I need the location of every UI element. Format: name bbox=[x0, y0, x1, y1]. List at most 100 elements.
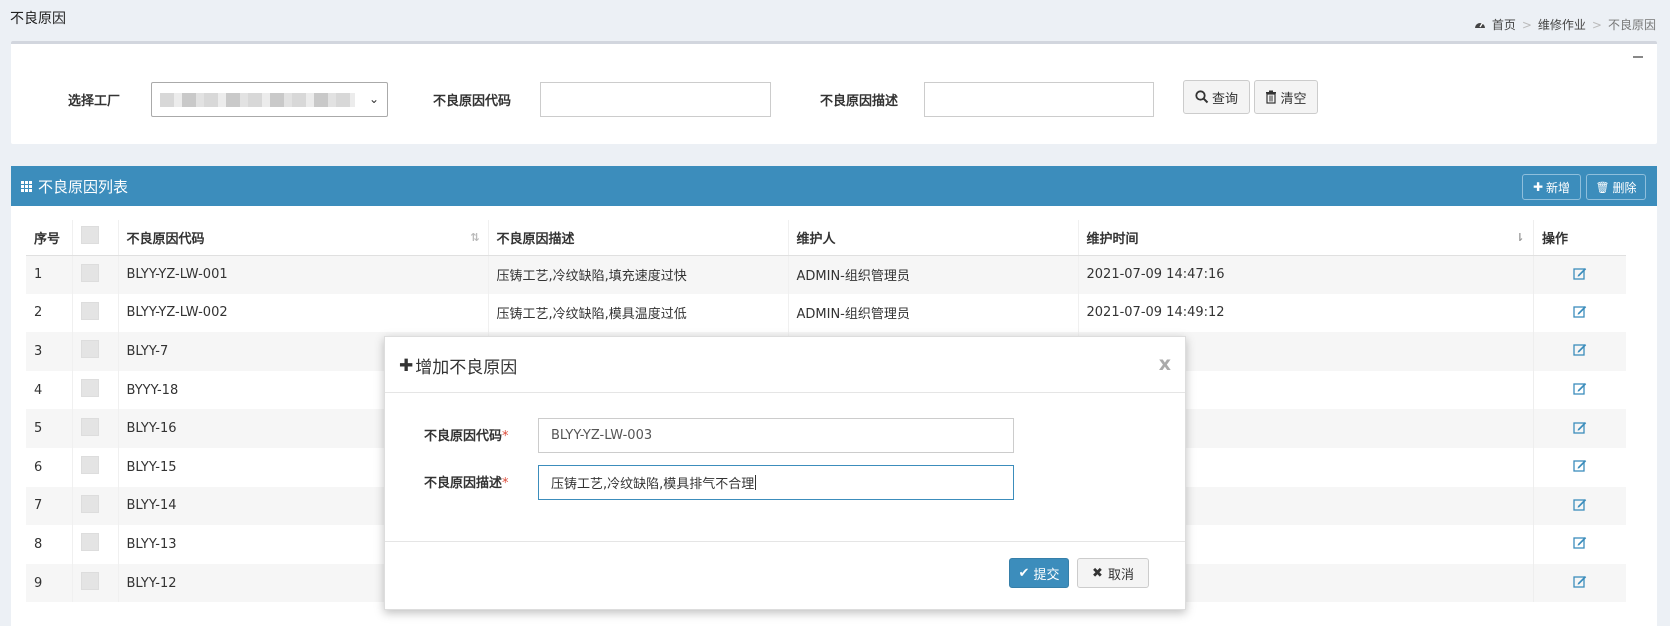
edit-icon[interactable] bbox=[1573, 574, 1587, 588]
breadcrumb-current: 不良原因 bbox=[1607, 18, 1656, 32]
cancel-button-label: 取消 bbox=[1107, 567, 1134, 583]
modal-code-label: 不良原因代码* bbox=[424, 425, 509, 444]
search-icon bbox=[1195, 90, 1209, 104]
row-no: 3 bbox=[26, 332, 73, 371]
modal-code-label-text: 不良原因代码 bbox=[424, 429, 503, 444]
delete-button[interactable]: 🗑 删除 bbox=[1586, 174, 1646, 200]
collapse-button[interactable] bbox=[1633, 56, 1643, 58]
row-no: 2 bbox=[26, 293, 73, 333]
edit-icon[interactable] bbox=[1573, 304, 1587, 318]
sort-icon[interactable]: ⇅ bbox=[470, 231, 479, 244]
row-checkbox[interactable] bbox=[80, 379, 99, 398]
factory-label: 选择工厂 bbox=[68, 94, 121, 109]
submit-button-label: 提交 bbox=[1033, 567, 1060, 583]
table-row[interactable]: 2 BLYY-YZ-LW-002 压铸工艺,冷纹缺陷,模具温度过低 ADMIN-组织管… bbox=[26, 293, 1534, 333]
plus-icon: ✚ bbox=[399, 355, 414, 376]
modal-footer: ✔ 提交 ✖ 取消 bbox=[385, 541, 1185, 609]
row-code: BLYY-YZ-LW-002 bbox=[118, 293, 489, 333]
column-header-time[interactable]: 维护时间 ⇂ bbox=[1078, 220, 1534, 256]
code-filter-input[interactable] bbox=[540, 82, 771, 117]
dashboard-icon bbox=[1474, 22, 1485, 28]
check-icon: ✔ bbox=[1018, 565, 1030, 581]
column-header-code-label: 不良原因代码 bbox=[126, 231, 205, 247]
operations-column: 操作 bbox=[1533, 220, 1626, 603]
add-button[interactable]: ✚ 新增 bbox=[1522, 174, 1581, 200]
modal-code-value: BLYY-YZ-LW-003 bbox=[551, 428, 653, 443]
modal-desc-value: 压铸工艺,冷纹缺陷,模具排气不合理 bbox=[551, 477, 755, 492]
breadcrumb-parent[interactable]: 维修作业 bbox=[1538, 16, 1586, 33]
cancel-button[interactable]: ✖ 取消 bbox=[1077, 558, 1149, 588]
breadcrumb-separator: > bbox=[1521, 17, 1532, 32]
factory-select[interactable]: ⌄ bbox=[151, 82, 388, 117]
breadcrumb: 首页 > 维修作业 > 不良原因 bbox=[1474, 16, 1656, 33]
search-button-label: 查询 bbox=[1211, 91, 1238, 107]
add-reason-modal: ✚ 增加不良原因 x 不良原因代码* BLYY-YZ-LW-003 不良原因描述… bbox=[384, 336, 1186, 610]
delete-button-label: 删除 bbox=[1612, 180, 1637, 195]
column-header-desc[interactable]: 不良原因描述 bbox=[488, 220, 789, 256]
edit-icon[interactable] bbox=[1573, 342, 1587, 357]
modal-header: ✚ 增加不良原因 x bbox=[385, 337, 1185, 393]
row-maintainer: ADMIN-组织管理员 bbox=[788, 255, 1079, 294]
column-header-no[interactable]: 序号 bbox=[26, 220, 73, 256]
column-header-code[interactable]: 不良原因代码 ⇅ bbox=[118, 220, 489, 256]
trash-icon bbox=[1266, 90, 1277, 104]
row-checkbox[interactable] bbox=[80, 533, 99, 552]
submit-button[interactable]: ✔ 提交 bbox=[1009, 558, 1069, 588]
column-header-maintainer[interactable]: 维护人 bbox=[788, 220, 1079, 256]
table-row[interactable]: 1 BLYY-YZ-LW-001 压铸工艺,冷纹缺陷,填充速度过快 ADMIN-组织管… bbox=[26, 255, 1534, 294]
search-button[interactable]: 查询 bbox=[1183, 80, 1250, 114]
filter-panel: 选择工厂 ⌄ 不良原因代码 不良原因描述 查询 清空 bbox=[11, 41, 1657, 144]
code-filter-label: 不良原因代码 bbox=[433, 94, 512, 109]
modal-desc-label-text: 不良原因描述 bbox=[424, 476, 503, 491]
edit-icon[interactable] bbox=[1573, 458, 1587, 472]
row-no: 1 bbox=[26, 255, 73, 294]
clear-button[interactable]: 清空 bbox=[1254, 80, 1318, 114]
chevron-down-icon: ⌄ bbox=[368, 92, 379, 106]
close-icon[interactable]: x bbox=[1159, 353, 1171, 375]
breadcrumb-home[interactable]: 首页 bbox=[1492, 16, 1516, 33]
modal-title: 增加不良原因 bbox=[415, 358, 518, 378]
trash-icon: 🗑 bbox=[1595, 180, 1610, 194]
modal-desc-label: 不良原因描述* bbox=[424, 472, 509, 491]
row-checkbox[interactable] bbox=[80, 340, 99, 359]
page-title: 不良原因 bbox=[10, 11, 66, 27]
column-header-time-label: 维护时间 bbox=[1086, 231, 1139, 247]
clear-button-label: 清空 bbox=[1280, 91, 1307, 107]
row-checkbox[interactable] bbox=[80, 572, 99, 591]
row-maintainer: ADMIN-组织管理员 bbox=[788, 293, 1079, 333]
list-header: 不良原因列表 ✚ 新增 🗑 删除 bbox=[11, 166, 1657, 206]
row-checkbox[interactable] bbox=[80, 494, 99, 513]
row-checkbox[interactable] bbox=[80, 263, 99, 282]
row-no: 4 bbox=[26, 370, 73, 410]
factory-select-value bbox=[160, 93, 355, 107]
modal-desc-input[interactable]: 压铸工艺,冷纹缺陷,模具排气不合理 bbox=[538, 465, 1014, 500]
row-no: 8 bbox=[26, 525, 73, 564]
edit-icon[interactable] bbox=[1573, 535, 1587, 550]
row-desc: 压铸工艺,冷纹缺陷,填充速度过快 bbox=[488, 255, 789, 294]
close-icon: ✖ bbox=[1092, 565, 1103, 581]
edit-icon[interactable] bbox=[1573, 497, 1587, 511]
row-checkbox[interactable] bbox=[80, 417, 99, 436]
select-all-checkbox[interactable] bbox=[80, 226, 99, 245]
edit-icon[interactable] bbox=[1573, 381, 1587, 395]
text-cursor bbox=[755, 475, 757, 490]
sort-desc-icon[interactable]: ⇂ bbox=[1515, 231, 1524, 244]
row-no: 6 bbox=[26, 447, 73, 487]
required-mark: * bbox=[502, 476, 509, 491]
edit-icon[interactable] bbox=[1573, 420, 1587, 434]
modal-code-input[interactable]: BLYY-YZ-LW-003 bbox=[538, 418, 1014, 453]
plus-icon: ✚ bbox=[1532, 180, 1544, 194]
row-no: 5 bbox=[26, 409, 73, 448]
desc-filter-input[interactable] bbox=[924, 82, 1154, 117]
desc-filter-label: 不良原因描述 bbox=[820, 94, 899, 109]
table-header-row: 序号 不良原因代码 ⇅ 不良原因描述 维护人 维护时间 ⇂ bbox=[26, 220, 1534, 256]
row-time: 2021-07-09 14:47:16 bbox=[1078, 255, 1534, 294]
required-mark: * bbox=[502, 429, 509, 444]
grid-icon bbox=[21, 181, 32, 192]
column-header-select[interactable] bbox=[72, 220, 119, 256]
list-title: 不良原因列表 bbox=[38, 178, 129, 196]
edit-icon[interactable] bbox=[1573, 266, 1587, 280]
row-checkbox[interactable] bbox=[80, 456, 99, 475]
row-checkbox[interactable] bbox=[80, 301, 99, 320]
row-no: 7 bbox=[26, 486, 73, 526]
